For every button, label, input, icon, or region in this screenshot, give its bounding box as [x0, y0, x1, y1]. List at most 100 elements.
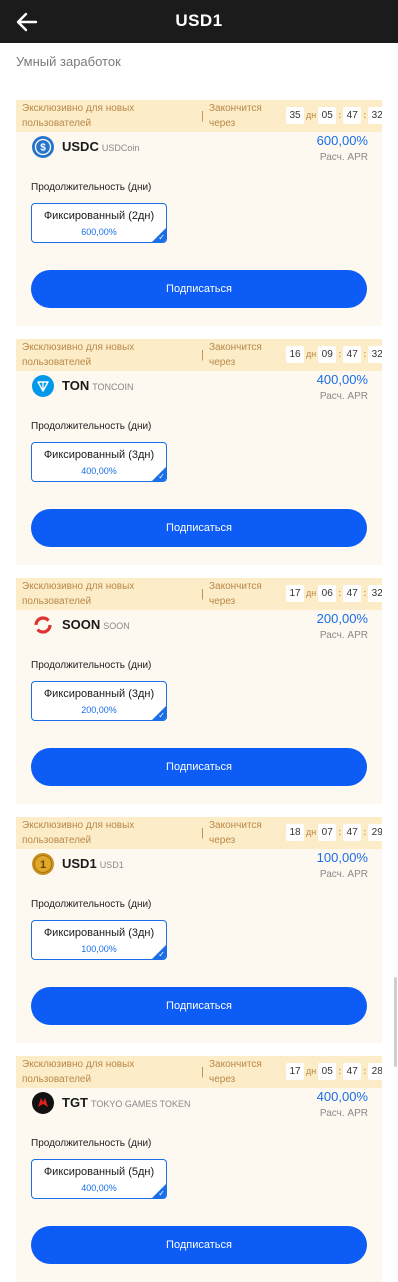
duration-label: Продолжительность (дни) — [31, 182, 152, 193]
timer-days: 35 — [286, 106, 304, 124]
usd1-icon: 1 — [32, 853, 54, 875]
subscribe-button[interactable]: Подписаться — [31, 748, 367, 786]
option-rate: 600,00% — [81, 227, 117, 237]
ends-in-label: Закончится через — [209, 103, 262, 129]
option-title: Фиксированный (5дн) — [43, 1166, 155, 1178]
product-card-ton: Эксклюзивно для новых пользователей | За… — [16, 339, 382, 565]
timer-days: 17 — [286, 584, 304, 602]
apr-value: 400,00% — [316, 1089, 368, 1104]
scrollbar-thumb[interactable] — [394, 977, 397, 1067]
coin-full-name: USD1 — [99, 860, 124, 870]
timer-seconds: 32 — [368, 345, 382, 363]
coin-name: USDC USDCoin — [62, 139, 139, 154]
countdown-timer: 17 дн 06 : 47 : 32 — [286, 584, 382, 602]
coin-full-name: TOKYO GAMES TOKEN — [91, 1099, 191, 1109]
promo-banner: Эксклюзивно для новых пользователей | За… — [16, 578, 382, 610]
timer-colon: : — [363, 110, 367, 120]
timer-colon: : — [338, 827, 342, 837]
apr-value: 600,00% — [316, 133, 368, 148]
timer-colon: : — [363, 349, 367, 359]
timer-days: 16 — [286, 345, 304, 363]
timer-hours: 05 — [318, 106, 337, 124]
exclusive-label: Эксклюзивно для новых пользователей — [22, 1059, 135, 1085]
svg-text:$: $ — [40, 143, 46, 154]
timer-colon: : — [338, 1066, 342, 1076]
timer-days-unit: дн — [306, 1066, 317, 1076]
banner-separator: | — [201, 827, 204, 839]
product-card-tgt: Эксклюзивно для новых пользователей | За… — [16, 1056, 382, 1282]
product-card-soon: Эксклюзивно для новых пользователей | За… — [16, 578, 382, 804]
promo-banner: Эксклюзивно для новых пользователей | За… — [16, 1056, 382, 1088]
subscribe-button[interactable]: Подписаться — [31, 1226, 367, 1264]
timer-seconds: 32 — [368, 106, 382, 124]
coin-name: TON TONCOIN — [62, 378, 134, 393]
option-title: Фиксированный (3дн) — [43, 927, 155, 939]
coin-symbol: TGT — [62, 1095, 88, 1110]
apr-value: 200,00% — [316, 611, 368, 626]
duration-option-selected[interactable]: Фиксированный (5дн) 400,00% ✓ — [31, 1159, 167, 1199]
option-rate: 200,00% — [81, 705, 117, 715]
coin-name: SOON SOON — [62, 617, 130, 632]
duration-label: Продолжительность (дни) — [31, 1138, 152, 1149]
timer-days: 18 — [286, 823, 304, 841]
timer-days-unit: дн — [306, 110, 317, 120]
timer-hours: 09 — [318, 345, 337, 363]
exclusive-label: Эксклюзивно для новых пользователей — [22, 342, 135, 368]
subscribe-button[interactable]: Подписаться — [31, 270, 367, 308]
coin-full-name: SOON — [103, 621, 130, 631]
duration-label: Продолжительность (дни) — [31, 660, 152, 671]
coin-symbol: SOON — [62, 617, 101, 632]
timer-minutes: 47 — [343, 1062, 362, 1080]
timer-hours: 05 — [318, 1062, 337, 1080]
duration-label: Продолжительность (дни) — [31, 899, 152, 910]
timer-days-unit: дн — [306, 349, 317, 359]
tgt-icon — [32, 1092, 54, 1114]
coin-full-name: TONCOIN — [92, 382, 134, 392]
timer-colon: : — [338, 588, 342, 598]
duration-label: Продолжительность (дни) — [31, 421, 152, 432]
timer-minutes: 47 — [343, 823, 362, 841]
option-rate: 100,00% — [81, 944, 117, 954]
ends-in-label: Закончится через — [209, 581, 262, 607]
apr-label: Расч. APR — [319, 152, 368, 163]
promo-banner: Эксклюзивно для новых пользователей | За… — [16, 100, 382, 132]
apr-label: Расч. APR — [319, 869, 368, 880]
timer-colon: : — [363, 827, 367, 837]
duration-option-selected[interactable]: Фиксированный (3дн) 100,00% ✓ — [31, 920, 167, 960]
coin-symbol: USDC — [62, 139, 99, 154]
apr-label: Расч. APR — [319, 1108, 368, 1119]
option-title: Фиксированный (2дн) — [43, 210, 155, 222]
timer-minutes: 47 — [343, 345, 362, 363]
duration-option-selected[interactable]: Фиксированный (2дн) 600,00% ✓ — [31, 203, 167, 243]
timer-seconds: 32 — [368, 584, 382, 602]
timer-days-unit: дн — [306, 588, 317, 598]
option-title: Фиксированный (3дн) — [43, 688, 155, 700]
check-icon: ✓ — [158, 950, 165, 959]
countdown-timer: 18 дн 07 : 47 : 29 — [286, 823, 382, 841]
promo-banner: Эксклюзивно для новых пользователей | За… — [16, 817, 382, 849]
subscribe-button[interactable]: Подписаться — [31, 987, 367, 1025]
option-title: Фиксированный (3дн) — [43, 449, 155, 461]
usdc-icon: $ — [32, 136, 54, 158]
duration-option-selected[interactable]: Фиксированный (3дн) 400,00% ✓ — [31, 442, 167, 482]
option-rate: 400,00% — [81, 1183, 117, 1193]
apr-label: Расч. APR — [319, 391, 368, 402]
timer-days: 17 — [286, 1062, 304, 1080]
page-title: USD1 — [175, 11, 223, 30]
exclusive-label: Эксклюзивно для новых пользователей — [22, 103, 135, 129]
exclusive-label: Эксклюзивно для новых пользователей — [22, 820, 135, 846]
duration-option-selected[interactable]: Фиксированный (3дн) 200,00% ✓ — [31, 681, 167, 721]
subscribe-button[interactable]: Подписаться — [31, 509, 367, 547]
timer-hours: 06 — [318, 584, 337, 602]
banner-separator: | — [201, 1066, 204, 1078]
coin-symbol: USD1 — [62, 856, 97, 871]
option-rate: 400,00% — [81, 466, 117, 476]
timer-days-unit: дн — [306, 827, 317, 837]
check-icon: ✓ — [158, 711, 165, 720]
timer-colon: : — [338, 110, 342, 120]
banner-separator: | — [201, 110, 204, 122]
ton-icon — [32, 375, 54, 397]
banner-separator: | — [201, 588, 204, 600]
timer-colon: : — [338, 349, 342, 359]
ends-in-label: Закончится через — [209, 342, 262, 368]
